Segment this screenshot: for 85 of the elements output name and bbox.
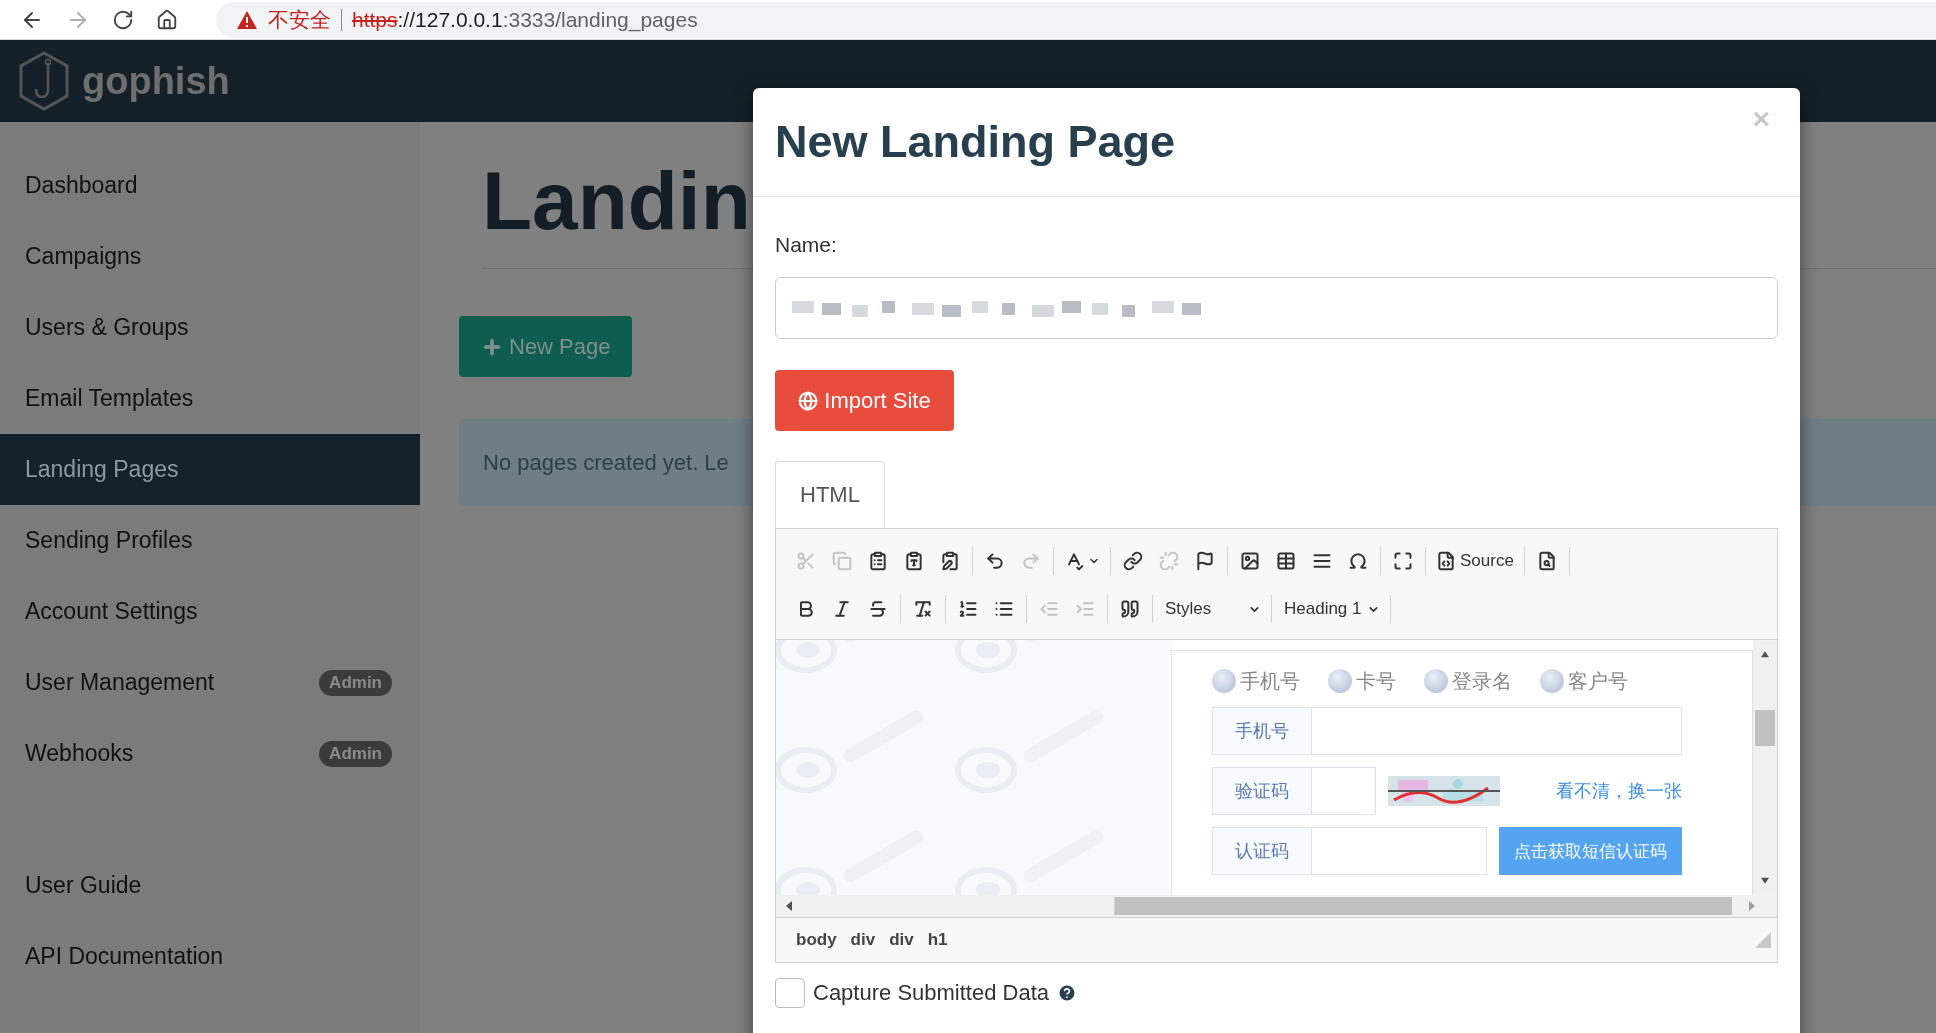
checkbox-label: Capture Submitted Data — [813, 980, 1050, 1006]
element-path-link[interactable]: h1 — [921, 928, 954, 952]
globe-icon — [798, 390, 819, 411]
source-button[interactable]: Source — [1431, 543, 1519, 579]
indent-icon — [1075, 599, 1095, 619]
redo-icon — [1021, 551, 1041, 571]
editor-tab[interactable]: HTML — [775, 461, 885, 528]
image-icon — [1240, 551, 1260, 571]
scissors-icon — [796, 551, 816, 571]
radio-option[interactable]: 手机号 — [1212, 667, 1300, 695]
omega-icon — [1348, 551, 1368, 571]
phone-input[interactable] — [1312, 707, 1682, 755]
sidebar-item[interactable]: Campaigns — [0, 221, 420, 292]
code-file-icon — [1436, 551, 1456, 571]
field-label: 认证码 — [1212, 827, 1312, 875]
lines-icon — [1312, 551, 1332, 571]
security-label: 不安全 — [268, 6, 331, 33]
element-path-link[interactable]: div — [844, 928, 882, 952]
flag-icon — [1195, 551, 1215, 571]
vertical-scrollbar[interactable] — [1753, 640, 1777, 895]
quote-icon — [1120, 599, 1140, 619]
italic-icon — [832, 599, 852, 619]
sidebar-item[interactable]: API Documentation — [0, 921, 420, 992]
name-field[interactable] — [775, 277, 1778, 339]
resize-grip-icon[interactable] — [1755, 932, 1771, 948]
outdent-icon — [1039, 599, 1059, 619]
sidebar-item-label: Webhooks — [25, 740, 134, 767]
brand-name: gophish — [82, 59, 230, 103]
clipboard-text-icon — [904, 551, 924, 571]
help-icon[interactable] — [1057, 983, 1078, 1003]
refresh-captcha-link[interactable]: 看不清，换一张 — [1556, 779, 1682, 803]
format-dropdown[interactable]: Styles — [1157, 591, 1267, 627]
format-dropdown[interactable]: Heading 1 — [1276, 591, 1386, 627]
radio-option[interactable]: 客户号 — [1540, 667, 1628, 695]
element-path-link[interactable]: div — [883, 928, 920, 952]
sidebar-item[interactable]: User Management Admin — [0, 647, 420, 718]
name-label: Name: — [775, 233, 837, 257]
field-label: 验证码 — [1212, 767, 1312, 815]
horizontal-scrollbar[interactable] — [776, 895, 1777, 917]
maximize-icon — [1393, 551, 1413, 571]
modal-title: New Landing Page — [775, 116, 1176, 168]
table-icon — [1276, 551, 1296, 571]
remove-format-icon — [913, 599, 933, 619]
sidebar-item[interactable]: Webhooks Admin — [0, 718, 420, 789]
page-title: Landin — [482, 154, 751, 248]
new-page-button[interactable]: New Page — [459, 316, 632, 378]
sms-code-input[interactable] — [1312, 827, 1487, 875]
bullet-list-icon — [994, 599, 1014, 619]
radio-label: 登录名 — [1452, 668, 1512, 694]
address-bar[interactable]: 不安全 https://127.0.0.1:3333/landing_pages — [216, 1, 1936, 38]
admin-badge: Admin — [319, 669, 392, 696]
copy-icon — [832, 551, 852, 571]
sidebar-item[interactable]: Email Templates — [0, 363, 420, 434]
numbered-list-icon — [958, 599, 978, 619]
sidebar-item[interactable]: Landing Pages — [0, 434, 420, 505]
undo-icon — [985, 551, 1005, 571]
clipboard-pen-icon — [940, 551, 960, 571]
sidebar-item[interactable]: Dashboard — [0, 150, 420, 221]
home-icon — [156, 8, 178, 31]
hook-logo-icon — [18, 51, 70, 111]
warning-icon — [236, 9, 258, 30]
radio-label: 卡号 — [1356, 668, 1396, 694]
sidebar-item[interactable]: User Guide — [0, 850, 420, 921]
sidebar-item[interactable]: Users & Groups — [0, 292, 420, 363]
strikethrough-icon — [868, 599, 888, 619]
checkbox[interactable] — [775, 978, 805, 1008]
unlink-icon — [1159, 551, 1179, 571]
field-label: 手机号 — [1212, 707, 1312, 755]
radio-option[interactable]: 卡号 — [1328, 667, 1396, 695]
preview-icon — [1536, 551, 1557, 571]
url-text: https://127.0.0.1:3333/landing_pages — [352, 7, 698, 32]
clipboard-icon — [868, 551, 888, 571]
get-sms-code-button[interactable]: 点击获取短信认证码 — [1499, 827, 1682, 875]
sidebar-item[interactable]: Sending Profiles — [0, 505, 420, 576]
link-icon — [1123, 551, 1143, 571]
sidebar-item-label: User Management — [25, 669, 215, 696]
radio-label: 客户号 — [1568, 668, 1628, 694]
import-site-button[interactable]: Import Site — [775, 370, 954, 431]
sidebar-item[interactable]: Account Settings — [0, 576, 420, 647]
captcha-input[interactable] — [1312, 767, 1376, 815]
radio-label: 手机号 — [1240, 668, 1300, 694]
admin-badge: Admin — [319, 740, 392, 767]
reload-icon — [112, 8, 134, 31]
element-path-link[interactable]: body — [790, 928, 843, 952]
radio-option[interactable]: 登录名 — [1424, 667, 1512, 695]
